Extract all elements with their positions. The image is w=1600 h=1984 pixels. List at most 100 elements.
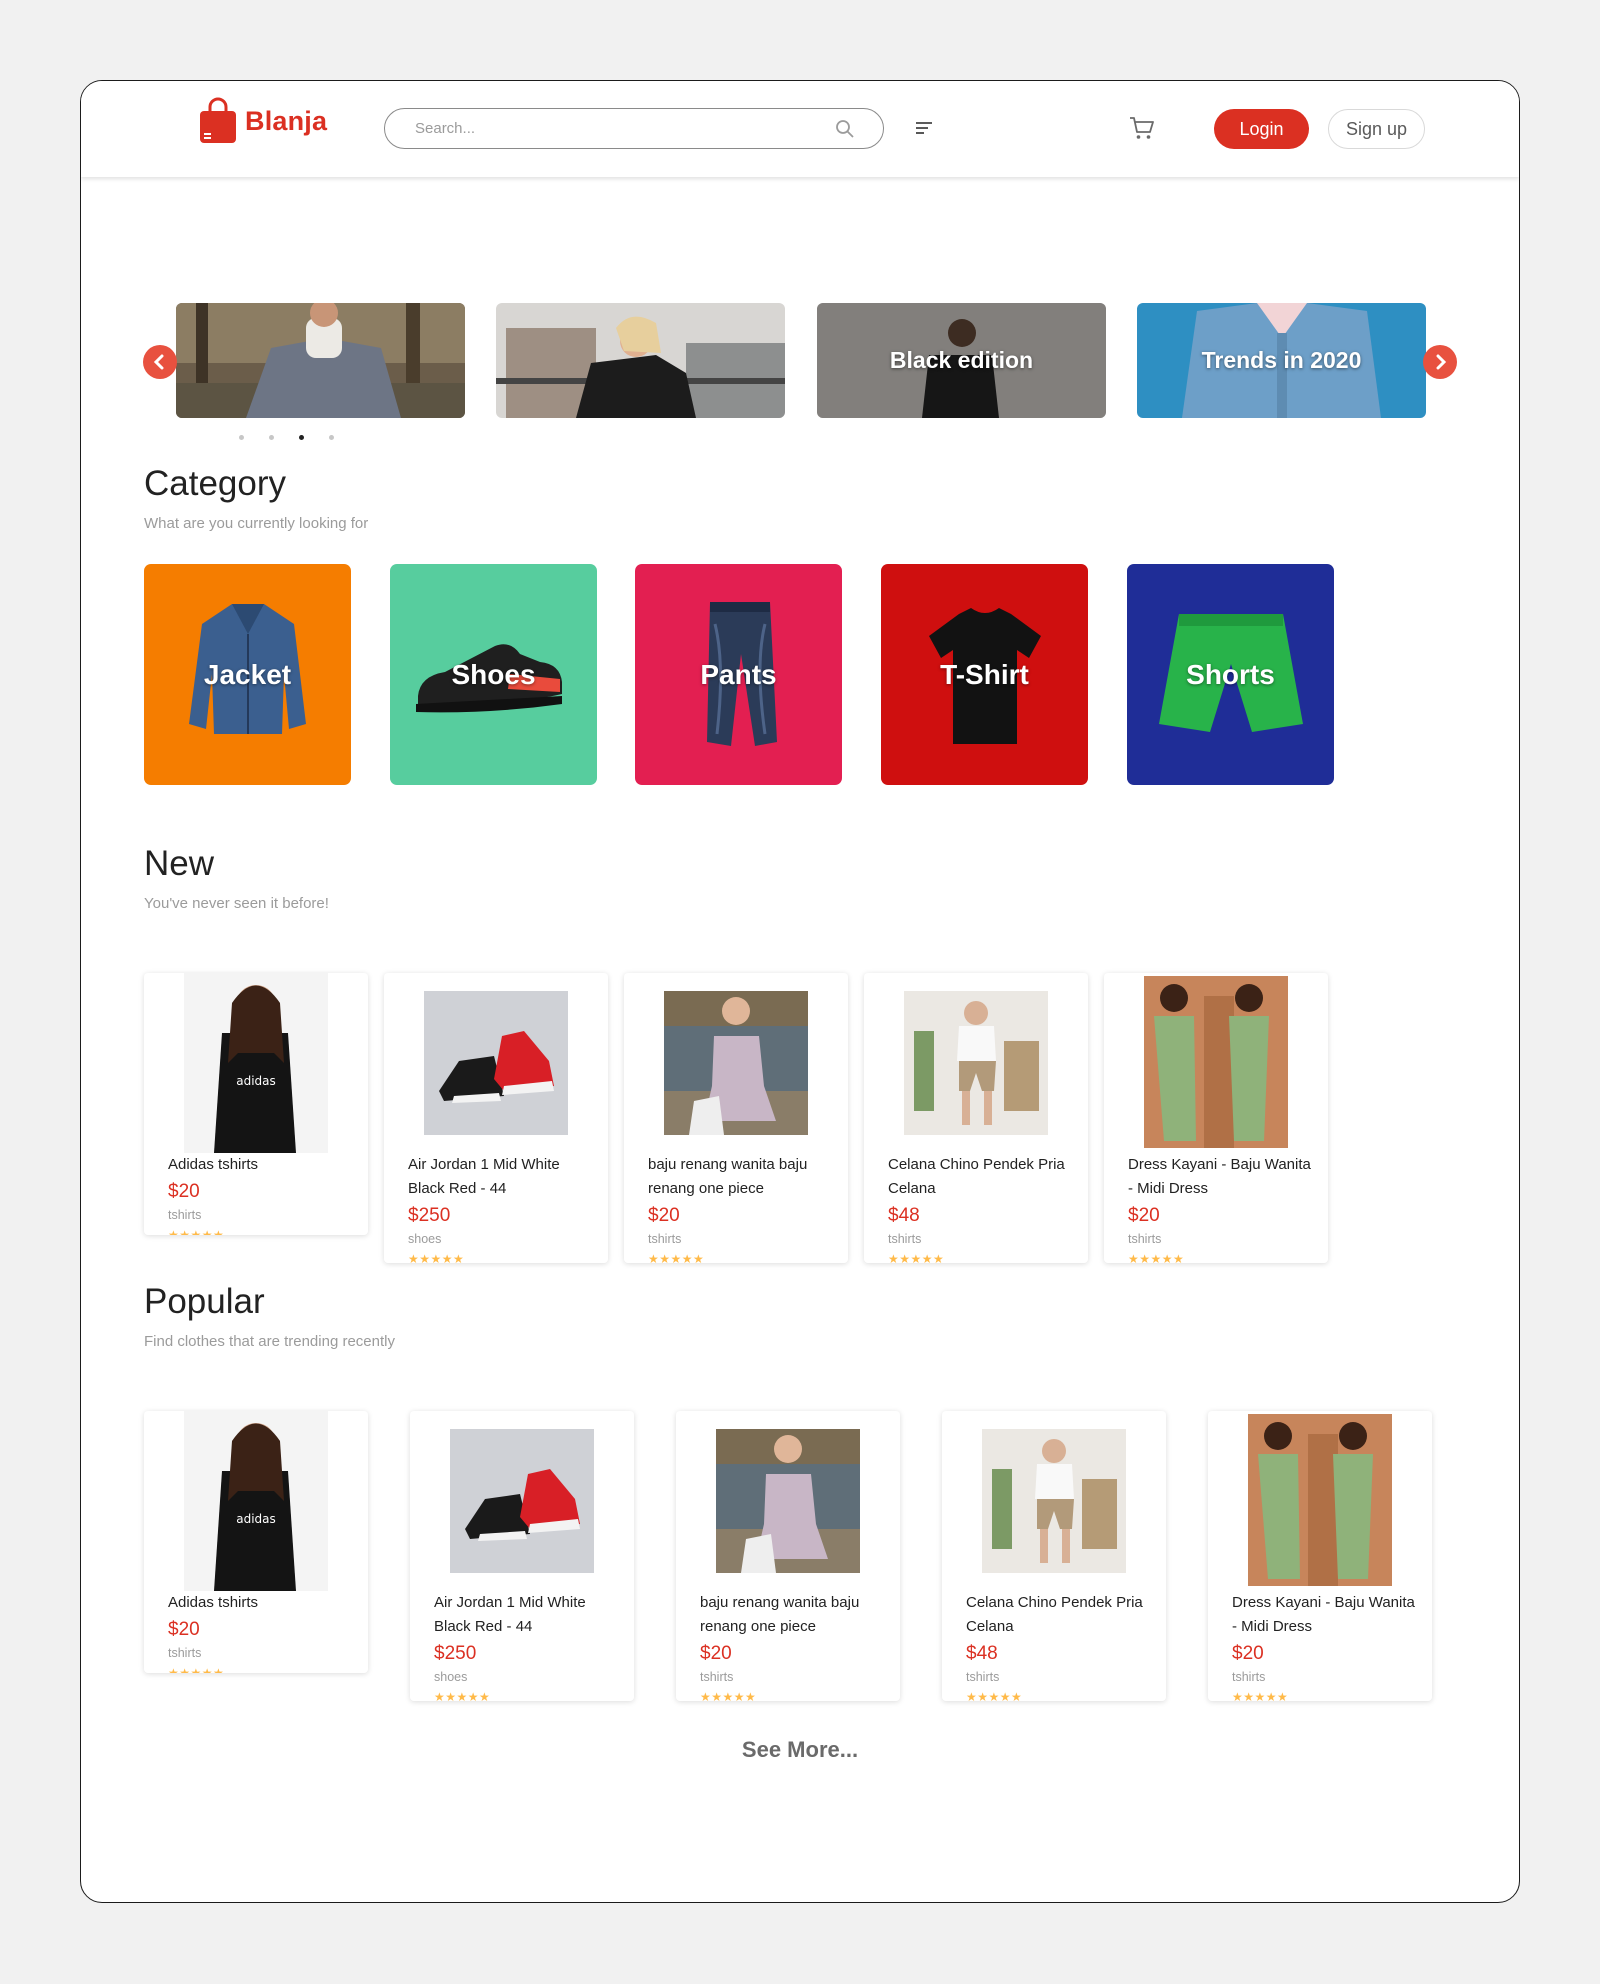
product-price: $250 (434, 1643, 477, 1664)
carousel-slide[interactable] (176, 303, 465, 418)
category-card-shoes[interactable]: Shoes (390, 564, 597, 785)
browser-frame: Blanja Login Sign up (80, 80, 1520, 1903)
air-jordan-photo (450, 1429, 594, 1573)
category-card-shorts[interactable]: Shorts (1127, 564, 1334, 785)
slide-title: Black edition (889, 347, 1034, 373)
product-card[interactable]: Celana Chino Pendek Pria Celana $48 tshi… (864, 973, 1088, 1263)
product-name: baju renang wanita baju renang one piece (700, 1594, 860, 1635)
login-button[interactable]: Login (1214, 109, 1309, 149)
product-category: tshirts (648, 1232, 682, 1246)
product-category: tshirts (700, 1670, 734, 1684)
product-card[interactable]: baju renang wanita baju renang one piece… (676, 1411, 900, 1701)
carousel-slide[interactable] (496, 303, 785, 418)
swimsuit-photo (716, 1429, 860, 1573)
top-navbar: Blanja Login Sign up (81, 81, 1519, 177)
chevron-right-icon (1436, 354, 1447, 370)
product-name: Air Jordan 1 Mid White Black Red - 44 (408, 1156, 560, 1197)
search-bar (384, 108, 884, 149)
category-card-jacket[interactable]: Jacket (144, 564, 351, 785)
product-price: $20 (1128, 1205, 1160, 1226)
midi-dress-photo (1144, 976, 1288, 1148)
product-name: Adidas tshirts (168, 1156, 259, 1173)
cart-icon[interactable] (1128, 114, 1156, 142)
shopping-bag-icon (200, 97, 236, 143)
rating-stars: ★★★★★ (434, 1690, 491, 1701)
product-price: $20 (1232, 1643, 1264, 1664)
woman-black-tshirt-photo (496, 303, 785, 418)
rating-stars: ★★★★★ (966, 1690, 1023, 1701)
product-card[interactable]: adidas Adidas tshirts $20 tshirts ★★★★★ (144, 973, 368, 1235)
carousel-dot[interactable] (239, 435, 244, 440)
signup-button[interactable]: Sign up (1328, 109, 1425, 149)
carousel-slide[interactable]: Trends in 2020 (1137, 303, 1426, 418)
product-price: $20 (168, 1181, 200, 1202)
product-price: $20 (700, 1643, 732, 1664)
category-label: Jacket (203, 658, 292, 690)
chino-shorts-photo (904, 991, 1048, 1135)
product-price: $20 (168, 1619, 200, 1640)
product-card[interactable]: Dress Kayani - Baju Wanita - Midi Dress … (1208, 1411, 1432, 1701)
product-name: Dress Kayani - Baju Wanita - Midi Dress (1128, 1156, 1311, 1197)
product-category: tshirts (966, 1670, 1000, 1684)
product-price: $20 (648, 1205, 680, 1226)
product-name: Dress Kayani - Baju Wanita - Midi Dress (1232, 1594, 1415, 1635)
chevron-left-icon (153, 354, 164, 370)
carousel-next-button[interactable] (1423, 345, 1457, 379)
product-card[interactable]: Air Jordan 1 Mid White Black Red - 44 $2… (410, 1411, 634, 1701)
product-category: tshirts (1232, 1670, 1266, 1684)
rating-stars: ★★★★★ (1232, 1690, 1289, 1701)
product-name: Adidas tshirts (168, 1594, 259, 1611)
new-subtitle: You've never seen it before! (144, 895, 329, 912)
product-name: Celana Chino Pendek Pria Celana (966, 1594, 1143, 1635)
chino-shorts-photo (982, 1429, 1126, 1573)
product-category: shoes (434, 1670, 468, 1684)
category-card-pants[interactable]: Pants (635, 564, 842, 785)
carousel-prev-button[interactable] (143, 345, 177, 379)
rating-stars: ★★★★★ (700, 1690, 757, 1701)
carousel-dot[interactable] (269, 435, 274, 440)
slide-title: Trends in 2020 (1201, 347, 1362, 373)
carousel-slide[interactable]: Black edition (817, 303, 1106, 418)
rating-stars: ★★★★★ (168, 1228, 225, 1235)
product-category: tshirts (168, 1646, 202, 1660)
rating-stars: ★★★★★ (888, 1252, 945, 1263)
product-card[interactable]: Celana Chino Pendek Pria Celana $48 tshi… (942, 1411, 1166, 1701)
rating-stars: ★★★★★ (648, 1252, 705, 1263)
product-category: tshirts (168, 1208, 202, 1222)
category-label: Shorts (1186, 658, 1275, 690)
man-in-blazer-photo (176, 303, 465, 418)
product-card[interactable]: adidas Adidas tshirts $20 tshirts ★★★★★ (144, 1411, 368, 1673)
carousel-dot-active[interactable] (299, 435, 304, 440)
category-label: Pants (700, 658, 777, 690)
category-card-tshirt[interactable]: T-Shirt (881, 564, 1088, 785)
category-title: Category (144, 464, 287, 503)
new-title: New (144, 844, 215, 883)
product-card[interactable]: Dress Kayani - Baju Wanita - Midi Dress … (1104, 973, 1328, 1263)
popular-title: Popular (144, 1282, 265, 1321)
search-icon[interactable] (835, 119, 855, 139)
product-price: $48 (888, 1205, 920, 1226)
category-label: Shoes (451, 658, 536, 690)
svg-text:adidas: adidas (236, 1074, 276, 1088)
carousel-dot[interactable] (329, 435, 334, 440)
brand-name: Blanja (245, 105, 328, 136)
midi-dress-photo (1248, 1414, 1392, 1586)
adidas-tshirt-photo: adidas (184, 1411, 328, 1591)
product-name: Celana Chino Pendek Pria Celana (888, 1156, 1065, 1197)
product-name: Air Jordan 1 Mid White Black Red - 44 (434, 1594, 586, 1635)
carousel-dots (239, 435, 334, 440)
see-more-link[interactable]: See More... (81, 1737, 1519, 1763)
filter-icon[interactable] (913, 117, 935, 139)
adidas-tshirt-photo: adidas (184, 973, 328, 1153)
search-input[interactable] (385, 109, 805, 148)
product-price: $250 (408, 1205, 451, 1226)
popular-subtitle: Find clothes that are trending recently (144, 1333, 395, 1350)
rating-stars: ★★★★★ (408, 1252, 465, 1263)
product-category: tshirts (1128, 1232, 1162, 1246)
rating-stars: ★★★★★ (168, 1666, 225, 1673)
category-subtitle: What are you currently looking for (144, 515, 369, 532)
product-card[interactable]: Air Jordan 1 Mid White Black Red - 44 $2… (384, 973, 608, 1263)
brand-logo[interactable]: Blanja (199, 97, 327, 145)
air-jordan-photo (424, 991, 568, 1135)
product-card[interactable]: baju renang wanita baju renang one piece… (624, 973, 848, 1263)
